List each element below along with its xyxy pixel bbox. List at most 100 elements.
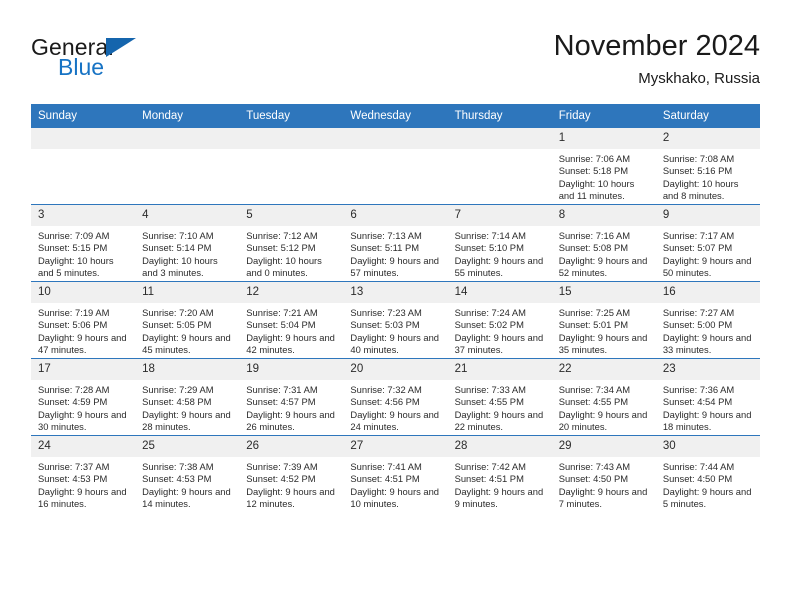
- day-number: [239, 128, 344, 149]
- sunrise-text: Sunrise: 7:20 AM: [142, 307, 214, 318]
- daylight-text: Daylight: 9 hours and 14 minutes.: [142, 485, 231, 510]
- sunrise-text: Sunrise: 7:39 AM: [246, 461, 318, 472]
- daylight-text: Daylight: 10 hours and 0 minutes.: [246, 254, 322, 279]
- calendar-day-cell-blank: [239, 128, 344, 205]
- weekday-header-wednesday: Wednesday: [343, 104, 448, 128]
- day-number: 13: [343, 282, 448, 303]
- calendar-week-row: 1 Sunrise: 7:06 AM Sunset: 5:18 PM Dayli…: [31, 128, 760, 205]
- sunrise-text: Sunrise: 7:33 AM: [454, 384, 526, 395]
- calendar-day-cell[interactable]: 12 Sunrise: 7:21 AM Sunset: 5:04 PM Dayl…: [239, 281, 344, 359]
- day-info: Sunrise: 7:44 AM Sunset: 4:50 PM Dayligh…: [656, 457, 760, 511]
- daylight-text: Daylight: 9 hours and 5 minutes.: [662, 485, 752, 510]
- day-number: 9: [655, 205, 760, 226]
- sunrise-text: Sunrise: 7:41 AM: [350, 461, 422, 472]
- day-number: 24: [31, 436, 136, 457]
- sunrise-text: Sunrise: 7:19 AM: [38, 307, 110, 318]
- day-number: 30: [655, 436, 760, 457]
- calendar-table: Sunday Monday Tuesday Wednesday Thursday…: [31, 104, 760, 512]
- calendar-day-cell[interactable]: 20 Sunrise: 7:32 AM Sunset: 4:56 PM Dayl…: [343, 358, 448, 436]
- calendar-day-cell[interactable]: 11 Sunrise: 7:20 AM Sunset: 5:05 PM Dayl…: [135, 281, 240, 359]
- day-number: 19: [239, 359, 344, 380]
- day-info: Sunrise: 7:14 AM Sunset: 5:10 PM Dayligh…: [448, 226, 552, 280]
- sunset-text: Sunset: 5:05 PM: [142, 319, 212, 331]
- calendar-day-cell[interactable]: 13 Sunrise: 7:23 AM Sunset: 5:03 PM Dayl…: [343, 281, 448, 359]
- day-number: [135, 128, 240, 149]
- day-number: 7: [447, 205, 552, 226]
- daylight-text: Daylight: 10 hours and 11 minutes.: [558, 177, 635, 202]
- calendar-day-cell[interactable]: 4 Sunrise: 7:10 AM Sunset: 5:14 PM Dayli…: [135, 204, 240, 282]
- day-info: Sunrise: 7:42 AM Sunset: 4:51 PM Dayligh…: [448, 457, 552, 511]
- day-info: Sunrise: 7:23 AM Sunset: 5:03 PM Dayligh…: [343, 303, 447, 357]
- title-block: November 2024 Myskhako, Russia: [554, 28, 760, 90]
- calendar-day-cell[interactable]: 3 Sunrise: 7:09 AM Sunset: 5:15 PM Dayli…: [31, 204, 136, 282]
- daylight-text: Daylight: 9 hours and 52 minutes.: [558, 254, 648, 279]
- sunrise-text: Sunrise: 7:23 AM: [350, 307, 422, 318]
- day-info: Sunrise: 7:43 AM Sunset: 4:50 PM Dayligh…: [552, 457, 656, 511]
- calendar-day-cell[interactable]: 27 Sunrise: 7:41 AM Sunset: 4:51 PM Dayl…: [343, 435, 448, 512]
- sunrise-text: Sunrise: 7:09 AM: [38, 230, 110, 241]
- daylight-text: Daylight: 9 hours and 7 minutes.: [558, 485, 648, 510]
- calendar-day-cell[interactable]: 10 Sunrise: 7:19 AM Sunset: 5:06 PM Dayl…: [31, 281, 136, 359]
- calendar-day-cell[interactable]: 28 Sunrise: 7:42 AM Sunset: 4:51 PM Dayl…: [447, 435, 552, 512]
- day-number: 8: [551, 205, 656, 226]
- daylight-text: Daylight: 9 hours and 9 minutes.: [454, 485, 544, 510]
- sunrise-text: Sunrise: 7:44 AM: [662, 461, 735, 472]
- calendar-day-cell[interactable]: 8 Sunrise: 7:16 AM Sunset: 5:08 PM Dayli…: [551, 204, 656, 282]
- day-info: Sunrise: 7:34 AM Sunset: 4:55 PM Dayligh…: [552, 380, 656, 434]
- day-info: Sunrise: 7:32 AM Sunset: 4:56 PM Dayligh…: [343, 380, 447, 434]
- day-number: 6: [343, 205, 448, 226]
- calendar-day-cell[interactable]: 24 Sunrise: 7:37 AM Sunset: 4:53 PM Dayl…: [31, 435, 136, 512]
- daylight-text: Daylight: 9 hours and 26 minutes.: [246, 408, 335, 433]
- calendar-day-cell[interactable]: 18 Sunrise: 7:29 AM Sunset: 4:58 PM Dayl…: [135, 358, 240, 436]
- calendar-day-cell[interactable]: 22 Sunrise: 7:34 AM Sunset: 4:55 PM Dayl…: [551, 358, 656, 436]
- sunset-text: Sunset: 4:51 PM: [350, 473, 420, 485]
- calendar-day-cell[interactable]: 29 Sunrise: 7:43 AM Sunset: 4:50 PM Dayl…: [551, 435, 656, 512]
- day-info: Sunrise: 7:27 AM Sunset: 5:00 PM Dayligh…: [656, 303, 760, 357]
- calendar-day-cell-blank: [31, 128, 136, 205]
- day-number: 11: [135, 282, 240, 303]
- day-info: Sunrise: 7:09 AM Sunset: 5:15 PM Dayligh…: [31, 226, 135, 280]
- day-number: 1: [551, 128, 656, 149]
- sunrise-text: Sunrise: 7:37 AM: [38, 461, 110, 472]
- calendar-day-cell[interactable]: 19 Sunrise: 7:31 AM Sunset: 4:57 PM Dayl…: [239, 358, 344, 436]
- calendar-day-cell[interactable]: 14 Sunrise: 7:24 AM Sunset: 5:02 PM Dayl…: [447, 281, 552, 359]
- calendar-day-cell[interactable]: 2 Sunrise: 7:08 AM Sunset: 5:16 PM Dayli…: [655, 128, 760, 205]
- daylight-text: Daylight: 9 hours and 42 minutes.: [246, 331, 335, 356]
- page-subtitle: Myskhako, Russia: [638, 70, 760, 87]
- calendar-day-cell[interactable]: 17 Sunrise: 7:28 AM Sunset: 4:59 PM Dayl…: [31, 358, 136, 436]
- calendar-day-cell[interactable]: 30 Sunrise: 7:44 AM Sunset: 4:50 PM Dayl…: [655, 435, 760, 512]
- calendar-day-cell[interactable]: 16 Sunrise: 7:27 AM Sunset: 5:00 PM Dayl…: [655, 281, 760, 359]
- daylight-text: Daylight: 9 hours and 12 minutes.: [246, 485, 335, 510]
- calendar-day-cell[interactable]: 9 Sunrise: 7:17 AM Sunset: 5:07 PM Dayli…: [655, 204, 760, 282]
- calendar-day-cell[interactable]: 15 Sunrise: 7:25 AM Sunset: 5:01 PM Dayl…: [551, 281, 656, 359]
- sunrise-text: Sunrise: 7:27 AM: [662, 307, 735, 318]
- sunrise-text: Sunrise: 7:38 AM: [142, 461, 214, 472]
- day-info: Sunrise: 7:10 AM Sunset: 5:14 PM Dayligh…: [135, 226, 239, 280]
- brand-logo[interactable]: General Blue: [31, 34, 251, 90]
- day-number: 15: [551, 282, 656, 303]
- calendar-day-cell[interactable]: 25 Sunrise: 7:38 AM Sunset: 4:53 PM Dayl…: [135, 435, 240, 512]
- calendar-day-cell[interactable]: 21 Sunrise: 7:33 AM Sunset: 4:55 PM Dayl…: [447, 358, 552, 436]
- sunrise-text: Sunrise: 7:34 AM: [558, 384, 631, 395]
- day-info: Sunrise: 7:08 AM Sunset: 5:16 PM Dayligh…: [656, 149, 760, 203]
- day-number: 20: [343, 359, 448, 380]
- weekday-header-thursday: Thursday: [447, 104, 552, 128]
- calendar-day-cell[interactable]: 1 Sunrise: 7:06 AM Sunset: 5:18 PM Dayli…: [551, 128, 656, 205]
- day-info: Sunrise: 7:28 AM Sunset: 4:59 PM Dayligh…: [31, 380, 135, 434]
- day-number: 27: [343, 436, 448, 457]
- sunrise-text: Sunrise: 7:21 AM: [246, 307, 318, 318]
- daylight-text: Daylight: 9 hours and 10 minutes.: [350, 485, 440, 510]
- calendar-day-cell[interactable]: 26 Sunrise: 7:39 AM Sunset: 4:52 PM Dayl…: [239, 435, 344, 512]
- weekday-header-saturday: Saturday: [655, 104, 760, 128]
- day-number: 17: [31, 359, 136, 380]
- day-number: 28: [447, 436, 552, 457]
- calendar-day-cell[interactable]: 7 Sunrise: 7:14 AM Sunset: 5:10 PM Dayli…: [447, 204, 552, 282]
- sunrise-text: Sunrise: 7:12 AM: [246, 230, 318, 241]
- weekday-header-tuesday: Tuesday: [239, 104, 344, 128]
- day-number: 25: [135, 436, 240, 457]
- calendar-day-cell[interactable]: 5 Sunrise: 7:12 AM Sunset: 5:12 PM Dayli…: [239, 204, 344, 282]
- calendar-week-row: 10 Sunrise: 7:19 AM Sunset: 5:06 PM Dayl…: [31, 281, 760, 359]
- calendar-day-cell[interactable]: 6 Sunrise: 7:13 AM Sunset: 5:11 PM Dayli…: [343, 204, 448, 282]
- daylight-text: Daylight: 9 hours and 45 minutes.: [142, 331, 231, 356]
- calendar-day-cell[interactable]: 23 Sunrise: 7:36 AM Sunset: 4:54 PM Dayl…: [655, 358, 760, 436]
